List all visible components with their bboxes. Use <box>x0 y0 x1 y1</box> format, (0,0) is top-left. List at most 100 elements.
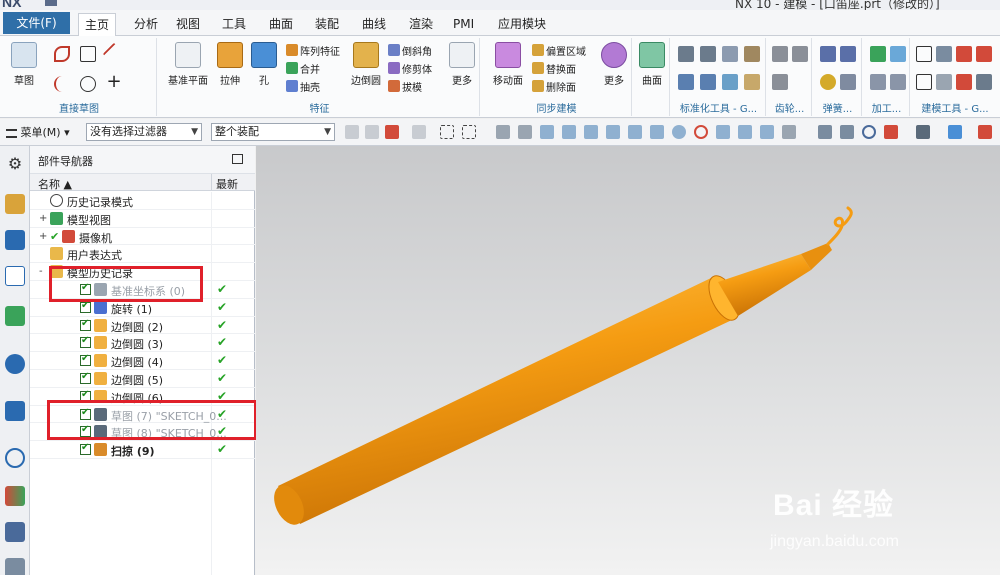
tree-row[interactable]: 边倒圆 (3) ✔ <box>30 334 255 353</box>
column-divider[interactable] <box>211 174 212 191</box>
visibility-checkbox[interactable] <box>80 353 91 367</box>
expand-toggle-icon[interactable]: - <box>39 266 43 277</box>
tool-icon[interactable] <box>678 46 694 62</box>
snap-icon[interactable] <box>606 125 620 139</box>
chamfer-button[interactable]: 倒斜角 <box>388 42 432 58</box>
snap-icon[interactable] <box>584 125 598 139</box>
tab-home[interactable]: 主页 <box>78 13 117 37</box>
tool-icon[interactable] <box>936 74 952 90</box>
profile-icon[interactable] <box>54 46 70 62</box>
view-icon[interactable] <box>840 125 854 139</box>
visibility-checkbox[interactable] <box>80 300 91 313</box>
spring-icon[interactable] <box>840 74 856 90</box>
tree-row[interactable]: + 模型视图 <box>30 210 255 228</box>
reuse-library-icon[interactable] <box>5 306 25 326</box>
datum-plane-button[interactable]: 基准平面 <box>166 42 210 87</box>
tool-icon[interactable] <box>678 74 694 90</box>
snap-icon[interactable] <box>650 125 664 139</box>
select-icon[interactable] <box>385 125 399 139</box>
snap-icon[interactable] <box>760 125 774 139</box>
hd3d-icon[interactable] <box>5 354 25 374</box>
web-browser-icon[interactable] <box>5 401 25 421</box>
tool-icon[interactable] <box>744 46 760 62</box>
machining-icon[interactable] <box>870 46 886 62</box>
tab-surface[interactable]: 曲面 <box>263 13 299 35</box>
tool-icon[interactable] <box>956 74 972 90</box>
spring-icon[interactable] <box>820 74 836 90</box>
extrude-button[interactable]: 拉伸 <box>212 42 248 87</box>
rectangle-icon[interactable] <box>80 46 96 62</box>
tab-render[interactable]: 渲染 <box>403 13 439 35</box>
tool-icon[interactable] <box>700 74 716 90</box>
tool-icon[interactable] <box>956 46 972 62</box>
tab-tools[interactable]: 工具 <box>216 13 252 35</box>
tool-icon[interactable] <box>722 46 738 62</box>
snap-icon[interactable] <box>540 125 554 139</box>
snap-icon[interactable] <box>496 125 510 139</box>
more-sync-button[interactable]: 更多 <box>596 42 632 87</box>
tool-icon[interactable] <box>744 74 760 90</box>
pattern-feature-button[interactable]: 阵列特征 <box>286 42 340 58</box>
gear-icon[interactable] <box>792 46 808 62</box>
offset-region-button[interactable]: 偏置区域 <box>532 42 586 58</box>
tree-row[interactable]: 扫掠 (9) ✔ <box>30 441 255 459</box>
tree-row[interactable]: 历史记录模式 <box>30 192 255 210</box>
visibility-checkbox[interactable] <box>80 318 91 331</box>
selection-filter-dropdown[interactable]: 没有选择过滤器 ▼ <box>86 123 202 141</box>
display-icon[interactable] <box>948 125 962 139</box>
menu-button[interactable]: 菜单(M) ▾ <box>6 124 70 140</box>
roles-icon[interactable] <box>5 558 25 575</box>
constraint-navigator-icon[interactable] <box>5 230 25 250</box>
tab-pmi[interactable]: PMI <box>447 13 480 35</box>
trim-body-button[interactable]: 修剪体 <box>388 60 432 76</box>
filter-icon[interactable] <box>365 125 379 139</box>
snap-icon[interactable] <box>694 125 708 139</box>
rotate-icon[interactable] <box>862 125 876 139</box>
visibility-checkbox[interactable] <box>80 442 91 456</box>
sketch-button[interactable]: 草图 <box>6 42 42 87</box>
tool-icon[interactable] <box>722 74 738 90</box>
tree-row[interactable]: 边倒圆 (4) ✔ <box>30 352 255 370</box>
edge-blend-button[interactable]: 边倒圆 <box>346 42 386 87</box>
tree-row[interactable]: 边倒圆 (2) ✔ <box>30 317 255 335</box>
assembly-navigator-icon[interactable] <box>5 194 25 214</box>
tree-row[interactable]: 用户表达式 <box>30 245 255 264</box>
draft-button[interactable]: 拔模 <box>388 78 422 94</box>
tab-view[interactable]: 视图 <box>170 13 206 35</box>
process-studio-icon[interactable] <box>5 522 25 542</box>
unite-button[interactable]: 合并 <box>286 60 320 76</box>
display-icon[interactable] <box>978 125 992 139</box>
spring-icon[interactable] <box>840 46 856 62</box>
snap-icon[interactable] <box>562 125 576 139</box>
tool-icon[interactable] <box>976 46 992 62</box>
delete-face-button[interactable]: 删除面 <box>532 78 576 94</box>
system-materials-icon[interactable] <box>5 486 25 506</box>
filter-icon[interactable] <box>345 125 359 139</box>
snap-icon[interactable] <box>518 125 532 139</box>
selection-scope-dropdown[interactable]: 整个装配 ▼ <box>211 123 335 141</box>
tab-assembly[interactable]: 装配 <box>309 13 345 35</box>
hole-button[interactable]: 孔 <box>246 42 282 87</box>
tool-icon[interactable] <box>976 74 992 90</box>
move-face-button[interactable]: 移动面 <box>488 42 528 87</box>
part-navigator-icon[interactable] <box>5 266 25 286</box>
snap-icon[interactable] <box>628 125 642 139</box>
column-latest[interactable]: 最新 <box>216 176 238 192</box>
snap-icon[interactable] <box>738 125 752 139</box>
machining-icon[interactable] <box>890 74 906 90</box>
maximize-icon[interactable] <box>232 154 243 164</box>
arc-icon[interactable] <box>54 76 70 92</box>
snap-icon[interactable] <box>672 125 686 139</box>
tool-icon[interactable] <box>700 46 716 62</box>
filter-icon[interactable] <box>412 125 426 139</box>
snap-icon[interactable] <box>782 125 796 139</box>
tab-file[interactable]: 文件(F) <box>3 12 70 34</box>
circle-icon[interactable] <box>80 76 96 92</box>
tree-row[interactable]: + ✔ 摄像机 <box>30 228 255 246</box>
expand-toggle-icon[interactable]: + <box>39 213 47 224</box>
tree-row[interactable]: 边倒圆 (5) ✔ <box>30 370 255 388</box>
machining-icon[interactable] <box>890 46 906 62</box>
box-select-icon[interactable] <box>440 125 454 139</box>
column-name[interactable]: 名称 ▲ <box>38 176 72 192</box>
tab-applications[interactable]: 应用模块 <box>492 13 552 35</box>
